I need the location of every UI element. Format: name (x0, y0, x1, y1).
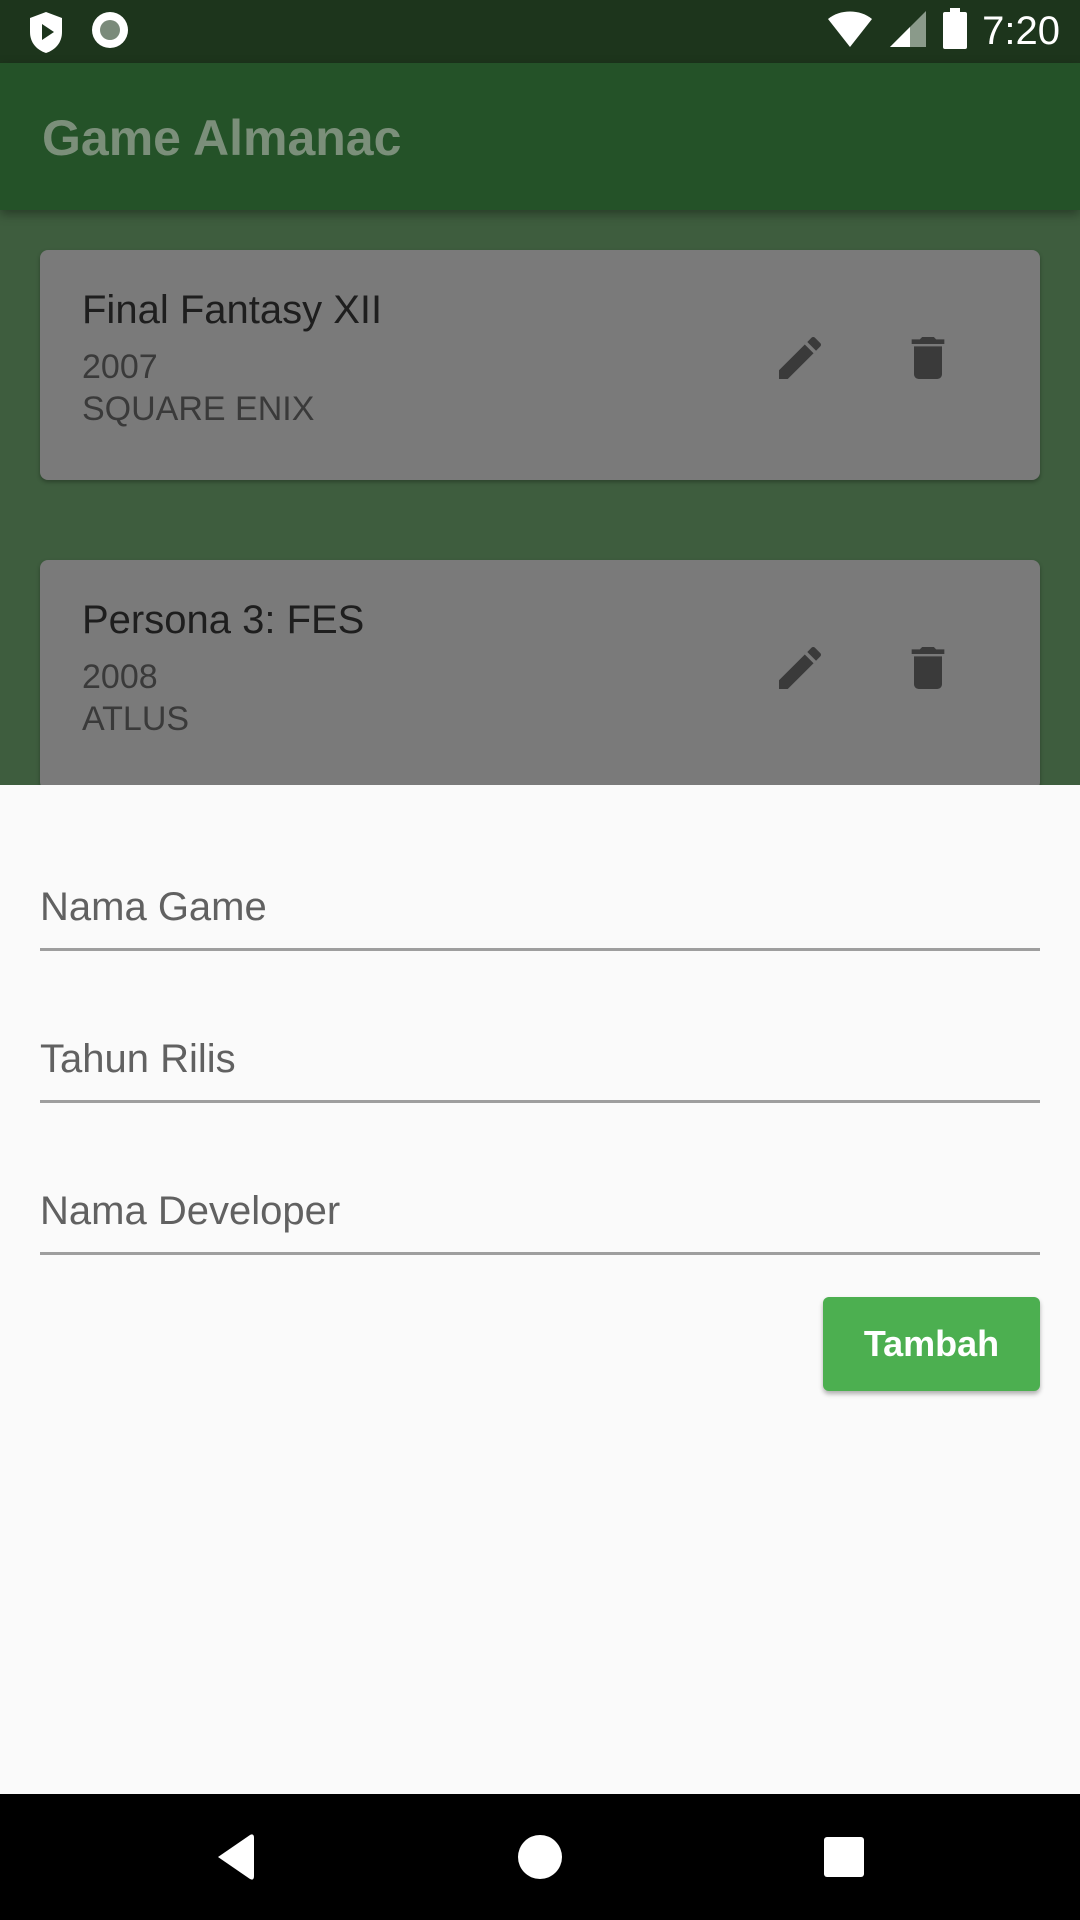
edit-icon[interactable] (772, 330, 828, 386)
game-card[interactable]: Final Fantasy XII 2007 SQUARE ENIX (40, 250, 1040, 480)
developer-name-input[interactable] (40, 1145, 1040, 1252)
add-button[interactable]: Tambah (823, 1297, 1040, 1391)
game-title: Final Fantasy XII (82, 288, 383, 332)
screen: 7:20 Game Almanac Final Fantasy XII 2007… (0, 0, 1080, 1920)
game-name-input[interactable] (40, 841, 1040, 948)
navigation-bar (0, 1794, 1080, 1920)
battery-icon (942, 8, 968, 55)
edit-icon[interactable] (772, 640, 828, 696)
game-year: 2007 (82, 348, 158, 386)
game-year: 2008 (82, 658, 158, 696)
add-game-sheet: Tambah (0, 785, 1080, 1794)
status-time: 7:20 (982, 9, 1060, 53)
wifi-icon (826, 9, 874, 54)
home-icon[interactable] (510, 1827, 570, 1887)
developer-name-field (40, 1145, 1040, 1255)
cellular-signal-icon (888, 9, 928, 54)
game-name-field (40, 841, 1040, 951)
back-icon[interactable] (206, 1827, 266, 1887)
recents-icon[interactable] (814, 1827, 874, 1887)
app-title: Game Almanac (42, 110, 402, 166)
delete-icon[interactable] (900, 640, 956, 696)
record-circle-icon (90, 10, 130, 59)
game-developer: ATLUS (82, 700, 190, 738)
status-bar: 7:20 (0, 0, 1080, 63)
game-developer: SQUARE ENIX (82, 390, 315, 428)
release-year-field (40, 993, 1040, 1103)
release-year-input[interactable] (40, 993, 1040, 1100)
delete-icon[interactable] (900, 330, 956, 386)
game-list: Final Fantasy XII 2007 SQUARE ENIX Perso… (0, 210, 1080, 785)
app-bar: Game Almanac (0, 63, 1080, 210)
game-card[interactable]: Persona 3: FES 2008 ATLUS (40, 560, 1040, 785)
play-shield-icon (28, 10, 64, 59)
game-title: Persona 3: FES (82, 598, 365, 642)
